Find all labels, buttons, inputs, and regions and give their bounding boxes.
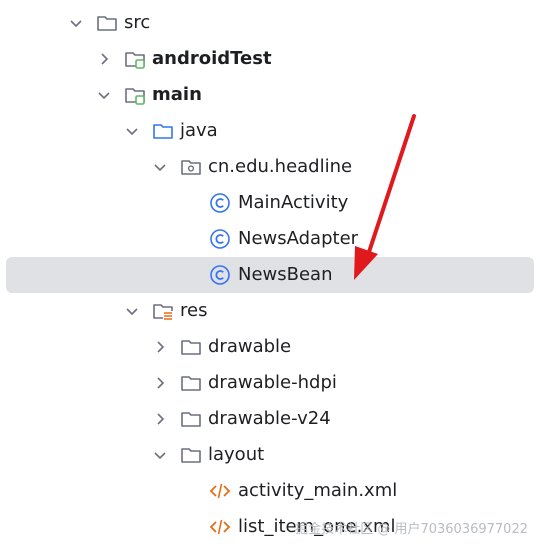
tree-label-drawable-v24: drawable-v24: [208, 408, 331, 429]
class-icon: [210, 229, 230, 249]
chevron-right-icon[interactable]: [152, 375, 168, 391]
tree-item-main-activity[interactable]: MainActivity: [0, 185, 540, 221]
chevron-right-icon[interactable]: [152, 339, 168, 355]
tree-item-package[interactable]: cn.edu.headline: [0, 149, 540, 185]
tree-label-main: main: [152, 84, 202, 105]
folder-icon: [181, 340, 201, 355]
folder-icon: [97, 16, 117, 31]
tree-label-drawable: drawable: [208, 336, 292, 357]
chevron-down-icon[interactable]: [152, 159, 168, 175]
chevron-down-icon[interactable]: [124, 123, 140, 139]
tree-label-res: res: [180, 300, 208, 321]
tree-item-news-bean[interactable]: NewsBean: [6, 257, 534, 293]
module-folder-icon: [125, 88, 145, 105]
tree-label-news-bean: NewsBean: [238, 264, 333, 285]
chevron-down-icon[interactable]: [152, 447, 168, 463]
chevron-down-icon[interactable]: [96, 87, 112, 103]
tree-item-main[interactable]: main: [0, 77, 540, 113]
folder-icon: [181, 376, 201, 391]
tree-item-drawable-v24[interactable]: drawable-v24: [0, 401, 540, 437]
package-icon: [181, 160, 201, 175]
chevron-down-icon[interactable]: [68, 15, 84, 31]
tree-label-android-test: androidTest: [152, 48, 272, 69]
source-folder-icon: [153, 124, 173, 139]
tree-label-java: java: [180, 120, 218, 141]
tree-label-src: src: [124, 12, 151, 33]
tree-item-android-test[interactable]: androidTest: [0, 41, 540, 77]
tree-item-java[interactable]: java: [0, 113, 540, 149]
chevron-down-icon[interactable]: [124, 303, 140, 319]
tree-label-package: cn.edu.headline: [208, 156, 353, 177]
tree-label-layout: layout: [208, 444, 265, 465]
watermark-text: 掘金技术社区 @ 用户7036036977022: [295, 522, 528, 537]
tree-item-drawable[interactable]: drawable: [0, 329, 540, 365]
folder-icon: [181, 448, 201, 463]
module-folder-icon: [125, 52, 145, 69]
tree-label-drawable-hdpi: drawable-hdpi: [208, 372, 337, 393]
tree-item-res[interactable]: res: [0, 293, 540, 329]
tree-label-activity-main-xml: activity_main.xml: [238, 480, 398, 501]
tree-item-src[interactable]: src: [0, 5, 540, 41]
red-arrow-annotation: [354, 114, 416, 280]
tree-item-drawable-hdpi[interactable]: drawable-hdpi: [0, 365, 540, 401]
folder-icon: [181, 412, 201, 427]
chevron-right-icon[interactable]: [152, 411, 168, 427]
class-icon: [210, 265, 230, 285]
resource-folder-icon: [153, 304, 173, 321]
xml-file-icon: [209, 483, 231, 499]
tree-label-main-activity: MainActivity: [238, 192, 349, 213]
tree-item-activity-main-xml[interactable]: activity_main.xml: [0, 473, 540, 509]
xml-file-icon: [209, 519, 231, 535]
tree-item-layout[interactable]: layout: [0, 437, 540, 473]
chevron-right-icon[interactable]: [96, 51, 112, 67]
class-icon: [210, 193, 230, 213]
tree-item-news-adapter[interactable]: NewsAdapter: [0, 221, 540, 257]
